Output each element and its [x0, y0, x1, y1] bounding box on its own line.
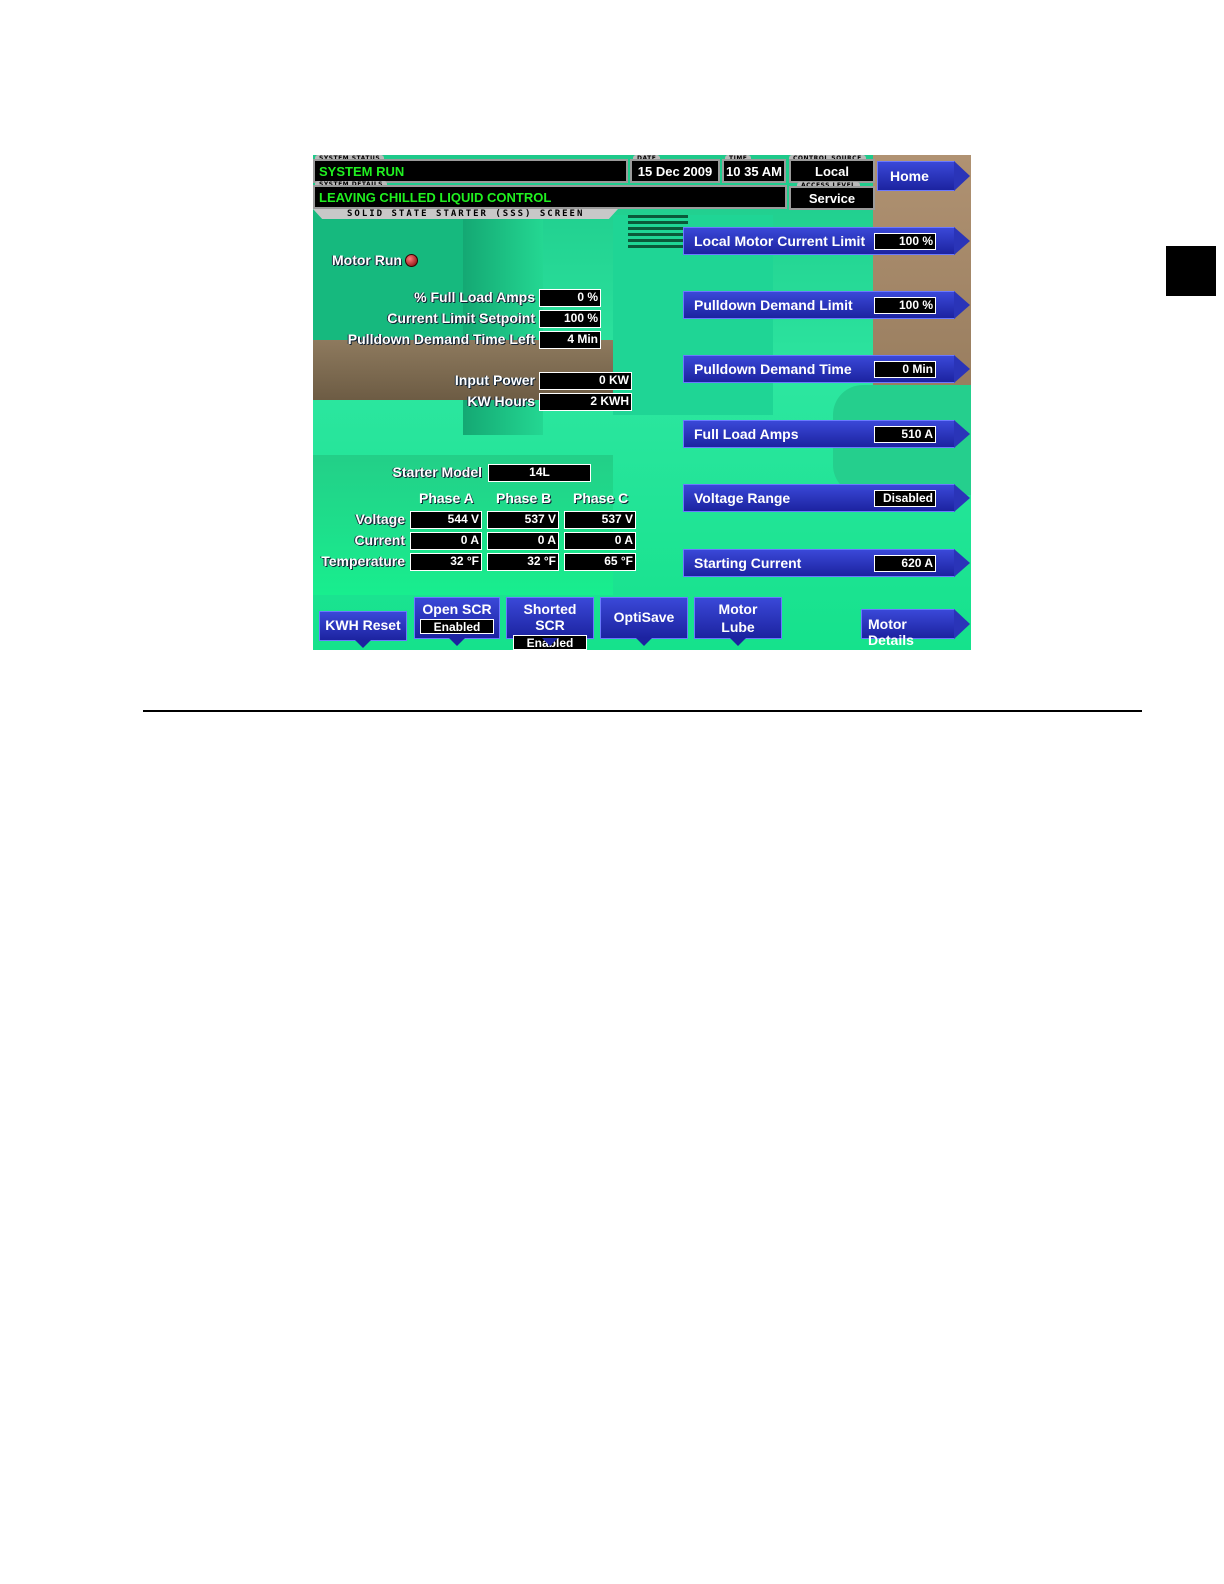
current-phase-c: 0 A	[564, 532, 636, 550]
full-load-amps-setpoint-label: Full Load Amps	[694, 426, 799, 442]
shorted-scr-label: Shorted SCR	[523, 601, 577, 633]
screen-title: SOLID STATE STARTER (SSS) SCREEN	[347, 209, 585, 219]
arrow-down-icon	[542, 638, 558, 646]
phase-a-header: Phase A	[419, 490, 474, 506]
arrow-down-icon	[730, 638, 746, 646]
local-motor-current-limit-label: Local Motor Current Limit	[694, 233, 866, 249]
motor-details-button[interactable]: Motor Details	[861, 609, 970, 648]
pulldown-demand-time-label: Pulldown Demand Time	[694, 361, 852, 377]
open-scr-state: Enabled	[420, 619, 494, 634]
bg-floor	[313, 340, 613, 400]
arrow-right-icon	[954, 420, 970, 448]
voltage-range-value: Disabled	[874, 490, 936, 507]
arrow-right-icon	[954, 291, 970, 319]
pulldown-demand-limit-button[interactable]: Pulldown Demand Limit 100 %	[683, 291, 970, 319]
starting-current-button[interactable]: Starting Current 620 A	[683, 549, 970, 577]
voltage-phase-b: 537 V	[487, 511, 559, 529]
pulldown-demand-time-value: 0 Min	[874, 361, 936, 378]
full-load-amps-value: 0 %	[539, 289, 601, 307]
voltage-range-button[interactable]: Voltage Range Disabled	[683, 484, 970, 512]
starter-model-value: 14L	[488, 464, 591, 482]
starting-current-label: Starting Current	[694, 555, 802, 571]
voltage-phase-c: 537 V	[564, 511, 636, 529]
starter-model-label: Starter Model	[392, 464, 482, 480]
pulldown-demand-limit-value: 100 %	[874, 297, 936, 314]
control-source-value: Local	[789, 159, 875, 183]
arrow-down-icon	[355, 640, 371, 648]
full-load-amps-button[interactable]: Full Load Amps 510 A	[683, 420, 970, 448]
motor-run-label: Motor Run	[332, 252, 402, 268]
pulldown-demand-time-button[interactable]: Pulldown Demand Time 0 Min	[683, 355, 970, 383]
kw-hours-value: 2 KWH	[539, 393, 632, 411]
arrow-right-icon	[954, 484, 970, 512]
starting-current-value: 620 A	[874, 555, 936, 572]
arrow-right-icon	[954, 227, 970, 255]
page-divider	[143, 710, 1142, 712]
local-motor-current-limit-value: 100 %	[874, 233, 936, 250]
full-load-amps-setpoint-value: 510 A	[874, 426, 936, 443]
temperature-phase-c: 65 °F	[564, 553, 636, 571]
temperature-label: Temperature	[321, 553, 405, 569]
open-scr-label: Open SCR	[422, 601, 492, 617]
current-phase-b: 0 A	[487, 532, 559, 550]
system-status-value: SYSTEM RUN	[313, 159, 628, 183]
arrow-right-icon	[954, 549, 970, 577]
temperature-phase-a: 32 °F	[410, 553, 482, 571]
arrow-down-icon	[449, 638, 465, 646]
access-level-value: Service	[789, 186, 875, 210]
bg-vents	[628, 215, 688, 218]
current-label: Current	[354, 532, 405, 548]
motor-lube-label-line2: Lube	[721, 619, 755, 635]
pulldown-time-left-value: 4 Min	[539, 331, 601, 349]
kwh-reset-button[interactable]: KWH Reset	[319, 611, 407, 648]
motor-lube-button[interactable]: Motor Lube	[694, 597, 782, 646]
optisave-label: OptiSave	[613, 609, 675, 625]
system-details-value: LEAVING CHILLED LIQUID CONTROL	[313, 185, 787, 209]
current-phase-a: 0 A	[410, 532, 482, 550]
section-tab-marker	[1166, 246, 1216, 296]
kwh-reset-label: KWH Reset	[325, 617, 401, 633]
motor-lube-label-line1: Motor	[718, 601, 758, 617]
input-power-label: Input Power	[454, 372, 535, 388]
pulldown-time-left-label: Pulldown Demand Time Left	[347, 331, 535, 347]
time-value: 10 35 AM	[722, 159, 786, 183]
open-scr-button[interactable]: Open SCR Enabled	[414, 597, 500, 646]
motor-run-indicator-icon	[405, 254, 418, 267]
arrow-right-icon	[954, 355, 970, 383]
sss-screen: SYSTEM STATUS SYSTEM RUN SYSTEM DETAILS …	[313, 155, 971, 650]
kw-hours-label: KW Hours	[467, 393, 535, 409]
voltage-phase-a: 544 V	[410, 511, 482, 529]
current-limit-setpoint-value: 100 %	[539, 310, 601, 328]
voltage-range-label: Voltage Range	[694, 490, 791, 506]
shorted-scr-button[interactable]: Shorted SCR Enabled	[506, 597, 594, 650]
full-load-amps-label: % Full Load Amps	[414, 289, 535, 305]
motor-details-label: Motor Details	[868, 616, 914, 648]
current-limit-setpoint-label: Current Limit Setpoint	[387, 310, 535, 326]
home-button-label: Home	[890, 168, 929, 184]
phase-b-header: Phase B	[496, 490, 552, 506]
voltage-label: Voltage	[355, 511, 405, 527]
arrow-down-icon	[636, 638, 652, 646]
optisave-button[interactable]: OptiSave	[600, 597, 688, 646]
input-power-value: 0 KW	[539, 372, 632, 390]
pulldown-demand-limit-label: Pulldown Demand Limit	[694, 297, 853, 313]
home-button[interactable]: Home	[877, 161, 970, 191]
arrow-right-icon	[954, 161, 970, 191]
local-motor-current-limit-button[interactable]: Local Motor Current Limit 100 %	[683, 227, 970, 255]
date-value: 15 Dec 2009	[630, 159, 720, 183]
temperature-phase-b: 32 °F	[487, 553, 559, 571]
phase-c-header: Phase C	[573, 490, 629, 506]
arrow-right-icon	[954, 609, 970, 639]
